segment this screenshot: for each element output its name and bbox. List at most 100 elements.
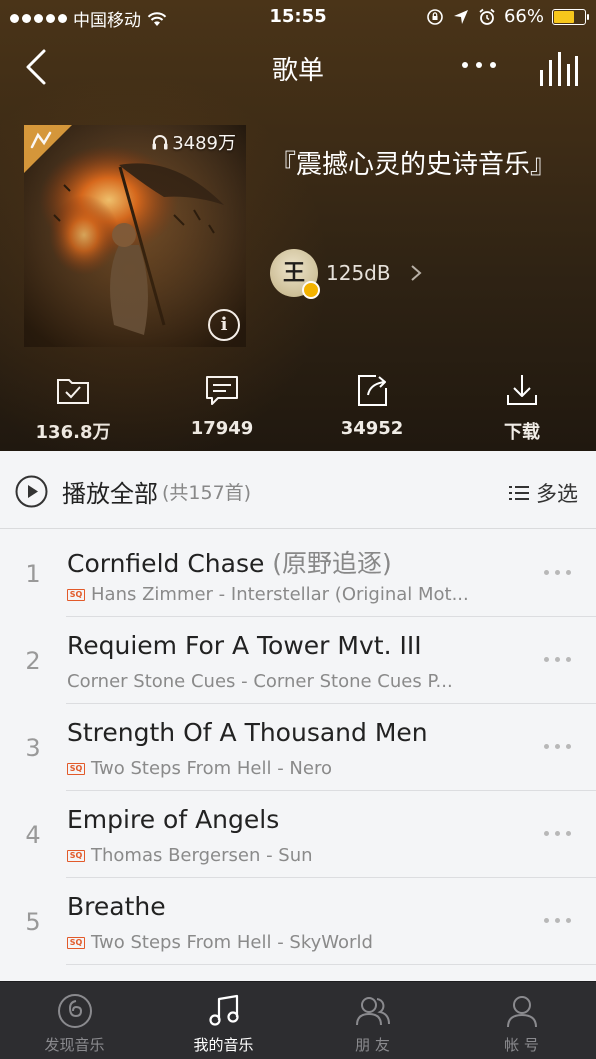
play-count: 3489万 <box>151 129 236 155</box>
song-artist-album: Hans Zimmer - Interstellar (Original Mot… <box>91 584 469 605</box>
creator-name: 125dB <box>326 261 391 285</box>
share-icon <box>358 375 387 406</box>
song-title-main: Cornfield Chase <box>67 549 265 578</box>
tab-discover[interactable]: 发现音乐 <box>0 982 149 1059</box>
download-button[interactable]: 下载 <box>467 372 577 444</box>
creator-avatar: 王 <box>270 249 320 299</box>
song-title-main: Strength Of A Thousand Men <box>67 718 428 747</box>
play-count-value: 3489万 <box>172 133 236 154</box>
play-all-label: 播放全部 <box>62 480 158 508</box>
discover-music-icon <box>57 994 92 1028</box>
vip-star-icon <box>302 281 320 299</box>
tab-my-music[interactable]: 我的音乐 <box>149 982 298 1059</box>
song-row[interactable]: 5 Breathe SQ Two Steps From Hell - SkyWo… <box>0 878 596 965</box>
song-title: Strength Of A Thousand Men <box>67 718 428 747</box>
song-more-icon[interactable] <box>544 914 574 926</box>
friends-icon <box>355 997 390 1026</box>
battery-percent: 66% <box>503 6 544 27</box>
navigation-bar: 歌单 <box>0 34 596 100</box>
avatar-text: 王 <box>282 260 305 286</box>
tab-friends[interactable]: 朋 友 <box>298 982 447 1059</box>
song-index: 3 <box>25 734 41 762</box>
download-icon <box>507 375 537 405</box>
favorite-folder-icon <box>57 379 89 404</box>
creator-link[interactable]: 王 125dB <box>270 248 423 299</box>
comment-button[interactable]: 17949 <box>167 372 277 439</box>
song-title-main: Requiem For A Tower Mvt. III <box>67 631 422 660</box>
song-title-main: Empire of Angels <box>67 805 280 834</box>
song-index: 2 <box>25 647 41 675</box>
tab-label: 我的音乐 <box>193 1036 254 1054</box>
playlist-header: 中国移动 15:55 66% 歌单 3489万 i 『震撼心灵的史诗音乐』 王 … <box>0 0 596 451</box>
sq-badge-icon: SQ <box>67 762 85 775</box>
song-subtitle: Corner Stone Cues - Corner Stone Cues P.… <box>67 671 453 692</box>
song-artist-album: Two Steps From Hell - SkyWorld <box>91 932 373 953</box>
my-music-icon <box>208 994 239 1026</box>
song-row[interactable]: 1 Cornfield Chase (原野追逐) SQ Hans Zimmer … <box>0 530 596 617</box>
headphones-icon <box>152 135 168 150</box>
song-row[interactable]: 3 Strength Of A Thousand Men SQ Two Step… <box>0 704 596 791</box>
tab-label: 朋 友 <box>355 1036 390 1054</box>
share-count: 34952 <box>340 418 404 439</box>
song-index: 4 <box>25 821 41 849</box>
comment-count: 17949 <box>190 418 254 439</box>
status-right: 66% <box>426 6 589 27</box>
list-icon <box>509 486 529 500</box>
song-index: 1 <box>25 560 41 588</box>
more-options-icon[interactable] <box>462 58 506 72</box>
play-all-button[interactable]: 播放全部 (共157首) <box>15 474 251 509</box>
page-title: 歌单 <box>271 56 324 86</box>
song-more-icon[interactable] <box>544 827 574 839</box>
multi-select-button[interactable]: 多选 <box>508 478 578 508</box>
battery-icon <box>552 8 589 25</box>
info-icon[interactable]: i <box>208 309 240 341</box>
alarm-icon <box>479 8 495 25</box>
tab-label: 帐 号 <box>504 1036 539 1054</box>
song-artist-album: Two Steps From Hell - Nero <box>91 758 332 779</box>
now-playing-icon[interactable] <box>538 48 578 88</box>
playlist-cover[interactable]: 3489万 i <box>24 125 246 347</box>
song-subtitle: SQ Thomas Bergersen - Sun <box>67 845 313 866</box>
song-index: 5 <box>25 908 41 936</box>
cover-artwork <box>24 125 246 347</box>
song-artist-album: Corner Stone Cues - Corner Stone Cues P.… <box>67 671 453 692</box>
song-alias: (原野追逐) <box>264 549 392 578</box>
favorite-button[interactable]: 136.8万 <box>18 372 128 444</box>
play-circle-icon <box>15 475 48 508</box>
playlist-title: 『震撼心灵的史诗音乐』 <box>270 150 557 180</box>
sq-badge-icon: SQ <box>67 936 85 949</box>
comment-icon <box>206 376 238 405</box>
song-more-icon[interactable] <box>544 566 574 578</box>
curated-badge-icon <box>24 125 72 173</box>
song-more-icon[interactable] <box>544 653 574 665</box>
song-artist-album: Thomas Bergersen - Sun <box>91 845 313 866</box>
account-icon <box>506 996 537 1028</box>
song-title: Empire of Angels <box>67 805 279 834</box>
song-title: Requiem For A Tower Mvt. III <box>67 631 422 660</box>
location-icon <box>453 9 468 24</box>
favorite-count: 136.8万 <box>35 422 111 443</box>
play-all-bar: 播放全部 (共157首) 多选 <box>0 451 596 529</box>
tab-account[interactable]: 帐 号 <box>447 982 596 1059</box>
tab-bar: 发现音乐 我的音乐 朋 友 帐 号 <box>0 981 596 1059</box>
song-row[interactable]: 2 Requiem For A Tower Mvt. III Corner St… <box>0 617 596 704</box>
song-title: Breathe <box>67 892 166 921</box>
download-label: 下载 <box>504 422 540 443</box>
song-subtitle: SQ Hans Zimmer - Interstellar (Original … <box>67 584 469 605</box>
share-button[interactable]: 34952 <box>317 372 427 439</box>
status-bar: 中国移动 15:55 66% <box>0 0 596 34</box>
song-row[interactable]: 4 Empire of Angels SQ Thomas Bergersen -… <box>0 791 596 878</box>
song-title-main: Breathe <box>67 892 166 921</box>
song-title: Cornfield Chase (原野追逐) <box>67 544 392 580</box>
action-row: 136.8万 17949 34952 下载 <box>0 372 596 446</box>
orientation-lock-icon <box>427 8 443 25</box>
sq-badge-icon: SQ <box>67 588 85 601</box>
sq-badge-icon: SQ <box>67 849 85 862</box>
song-count: (共157首) <box>162 482 252 504</box>
multi-select-label: 多选 <box>536 482 578 506</box>
tab-label: 发现音乐 <box>44 1036 105 1054</box>
song-list: 播放全部 (共157首) 多选 1 Cornfield Chase (原野追逐)… <box>0 451 596 981</box>
song-more-icon[interactable] <box>544 740 574 752</box>
song-subtitle: SQ Two Steps From Hell - Nero <box>67 758 332 779</box>
song-subtitle: SQ Two Steps From Hell - SkyWorld <box>67 932 373 953</box>
